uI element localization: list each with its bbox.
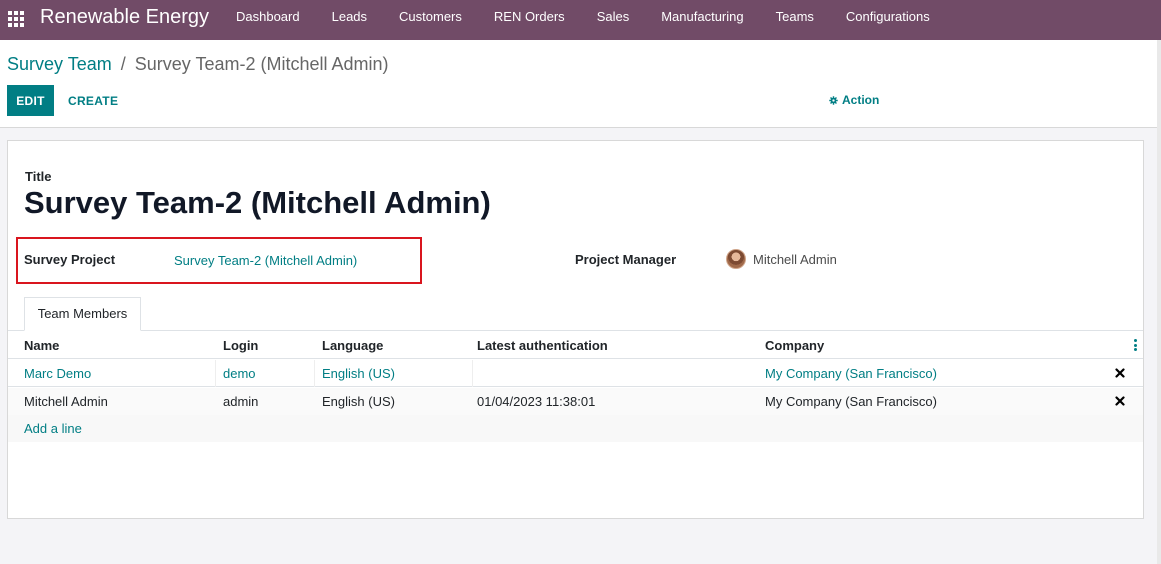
cell-login[interactable]: demo (223, 366, 256, 381)
main-menu: Dashboard Leads Customers REN Orders Sal… (220, 0, 946, 40)
table-header: Name Login Language Latest authenticatio… (8, 331, 1143, 359)
add-line-row: Add a line (8, 415, 1143, 442)
title-field-label: Title (25, 169, 52, 184)
delete-row-icon[interactable] (1115, 368, 1125, 378)
column-header-latest-authentication[interactable]: Latest authentication (477, 338, 608, 353)
gear-icon (829, 95, 838, 105)
delete-row-icon[interactable] (1115, 396, 1125, 406)
cell-company: My Company (San Francisco) (765, 394, 937, 409)
apps-grid-icon[interactable] (8, 11, 24, 27)
notebook-tabs: Team Members (8, 297, 1143, 331)
breadcrumb-separator: / (120, 54, 126, 74)
cell-company[interactable]: My Company (San Francisco) (765, 366, 937, 381)
breadcrumb: Survey Team / Survey Team-2 (Mitchell Ad… (7, 54, 389, 75)
cell-language[interactable]: English (US) (322, 366, 395, 381)
project-manager-name: Mitchell Admin (753, 251, 837, 267)
menu-teams[interactable]: Teams (760, 0, 830, 40)
cell-latest-authentication: 01/04/2023 11:38:01 (477, 394, 596, 409)
project-manager-label: Project Manager (575, 252, 677, 267)
menu-sales[interactable]: Sales (581, 0, 646, 40)
survey-project-link[interactable]: Survey Team-2 (Mitchell Admin) (174, 253, 357, 268)
column-header-company[interactable]: Company (765, 338, 824, 353)
action-label: Action (842, 93, 880, 107)
menu-ren-orders[interactable]: REN Orders (478, 0, 581, 40)
cell-name: Mitchell Admin (24, 394, 108, 409)
menu-leads[interactable]: Leads (316, 0, 383, 40)
action-dropdown[interactable]: Action (829, 93, 879, 107)
column-header-language[interactable]: Language (322, 338, 383, 353)
app-brand[interactable]: Renewable Energy (40, 6, 209, 29)
menu-manufacturing[interactable]: Manufacturing (645, 0, 759, 40)
cell-login: admin (223, 394, 259, 409)
column-header-login[interactable]: Login (223, 338, 258, 353)
project-manager-field[interactable]: Mitchell Admin (726, 249, 837, 269)
column-header-name[interactable]: Name (24, 338, 59, 353)
avatar (726, 249, 746, 269)
table-row[interactable]: Marc Demo demo English (US) My Company (… (8, 360, 1143, 387)
cell-language: English (US) (322, 394, 395, 409)
control-panel: Survey Team / Survey Team-2 (Mitchell Ad… (0, 40, 1161, 128)
optional-columns-kebab-icon[interactable] (1134, 339, 1137, 351)
add-line-link[interactable]: Add a line (24, 421, 82, 436)
menu-dashboard[interactable]: Dashboard (220, 0, 316, 40)
menu-configurations[interactable]: Configurations (830, 0, 946, 40)
record-title: Survey Team-2 (Mitchell Admin) (24, 185, 491, 220)
breadcrumb-parent-link[interactable]: Survey Team (7, 54, 112, 74)
table-row[interactable]: Mitchell Admin admin English (US) 01/04/… (8, 388, 1143, 415)
scrollbar[interactable] (1157, 40, 1161, 564)
tab-team-members[interactable]: Team Members (24, 297, 141, 331)
edit-button[interactable]: EDIT (7, 85, 54, 116)
top-navbar: Renewable Energy Dashboard Leads Custome… (0, 0, 1161, 40)
cell-name[interactable]: Marc Demo (24, 366, 91, 381)
form-sheet: Title Survey Team-2 (Mitchell Admin) Sur… (7, 140, 1144, 519)
breadcrumb-current: Survey Team-2 (Mitchell Admin) (134, 54, 389, 74)
survey-project-label: Survey Project (24, 252, 116, 267)
menu-customers[interactable]: Customers (383, 0, 478, 40)
create-button[interactable]: CREATE (60, 85, 126, 116)
